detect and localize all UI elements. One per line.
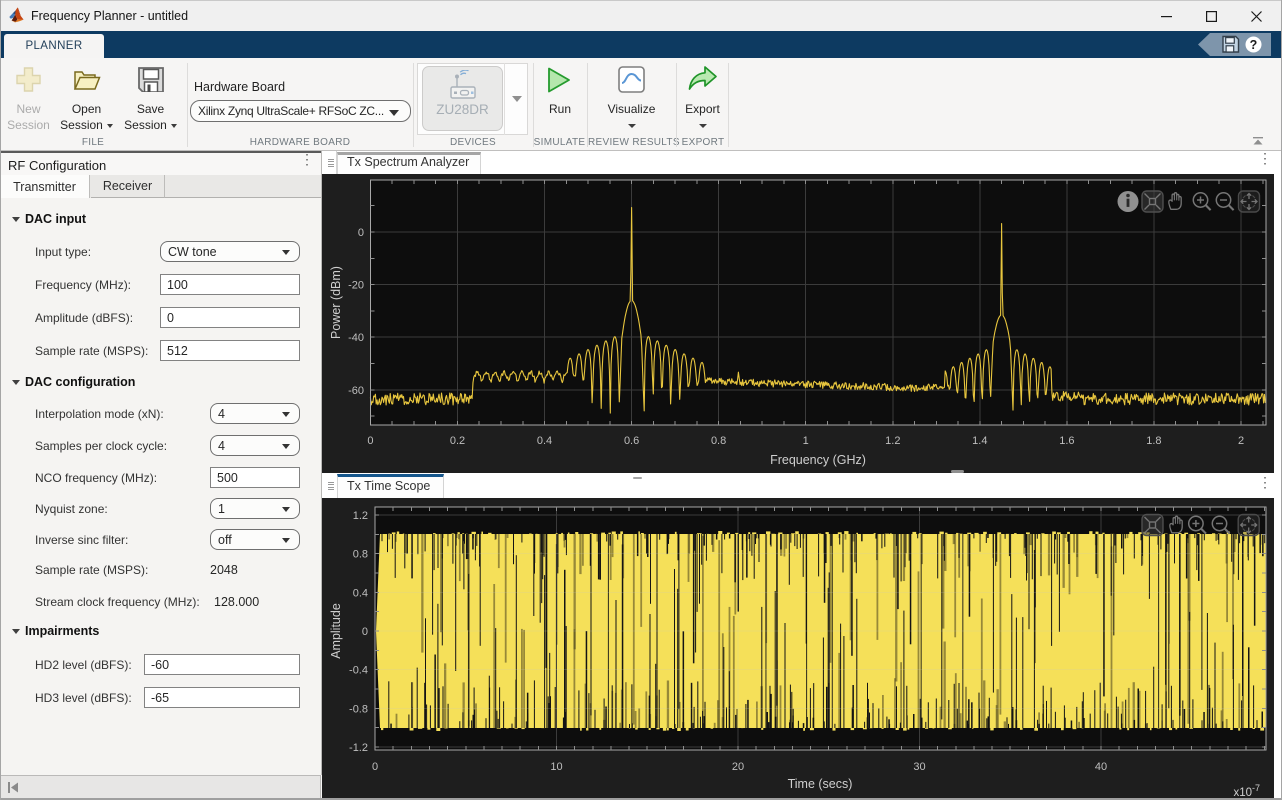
svg-text:-40: -40: [348, 332, 364, 344]
svg-text:1.2: 1.2: [885, 435, 900, 447]
svg-text:1.8: 1.8: [1146, 435, 1161, 447]
svg-text:0.8: 0.8: [353, 549, 368, 561]
svg-text:0: 0: [362, 626, 368, 638]
svg-text:30: 30: [913, 761, 925, 773]
svg-text:0: 0: [372, 761, 378, 773]
svg-text:-60: -60: [348, 385, 364, 397]
svg-text:40: 40: [1095, 761, 1107, 773]
svg-text:1.4: 1.4: [972, 435, 987, 447]
svg-text:-1.2: -1.2: [349, 742, 368, 754]
svg-text:Power (dBm): Power (dBm): [329, 266, 343, 339]
svg-text:0.2: 0.2: [450, 435, 465, 447]
svg-text:0.6: 0.6: [624, 435, 639, 447]
svg-text:0.8: 0.8: [711, 435, 726, 447]
svg-text:0: 0: [367, 435, 373, 447]
svg-text:1.2: 1.2: [353, 510, 368, 522]
svg-text:Amplitude: Amplitude: [329, 603, 343, 659]
svg-text:1.6: 1.6: [1059, 435, 1074, 447]
svg-text:-20: -20: [348, 280, 364, 292]
svg-text:1: 1: [803, 435, 809, 447]
svg-text:0.4: 0.4: [537, 435, 552, 447]
svg-text:10: 10: [550, 761, 562, 773]
svg-text:-0.4: -0.4: [349, 665, 368, 677]
svg-text:0.4: 0.4: [353, 587, 368, 599]
svg-text:?: ?: [1250, 38, 1258, 52]
svg-text:Frequency (GHz): Frequency (GHz): [770, 453, 866, 467]
svg-text:Time (secs): Time (secs): [788, 777, 853, 791]
svg-text:20: 20: [732, 761, 744, 773]
svg-text:2: 2: [1238, 435, 1244, 447]
svg-text:-0.8: -0.8: [349, 703, 368, 715]
svg-text:0: 0: [358, 227, 364, 239]
